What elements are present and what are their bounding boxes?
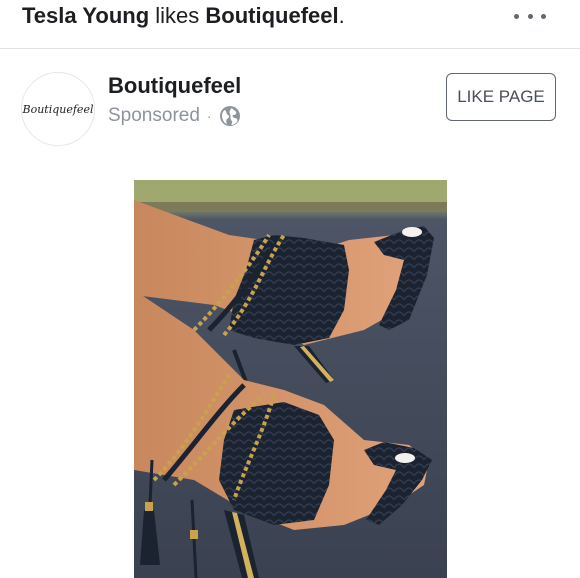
svg-text:Boutiquefeel: Boutiquefeel — [22, 103, 94, 116]
like-page-button[interactable]: LIKE PAGE — [446, 73, 556, 121]
story-target-link[interactable]: Boutiquefeel — [205, 3, 338, 28]
story-actor-link[interactable]: Tesla Young — [22, 3, 149, 28]
story-punctuation: . — [338, 3, 345, 28]
facebook-feed: Tesla Young likes Boutiquefeel. Boutique… — [0, 0, 580, 578]
page-name-link[interactable]: Boutiquefeel — [108, 73, 241, 99]
more-options-icon[interactable] — [514, 12, 546, 20]
ad-image[interactable] — [134, 180, 447, 578]
story-verb: likes — [149, 3, 206, 28]
meta-separator: · — [206, 108, 212, 124]
dot — [514, 13, 519, 19]
post-header: Boutiquefeel Boutiquefeel Sponsored · LI… — [0, 49, 580, 161]
story-text: Tesla Young likes Boutiquefeel. — [22, 3, 345, 29]
post-meta: Sponsored · — [108, 105, 241, 127]
sponsored-label[interactable]: Sponsored — [108, 105, 200, 127]
dot — [527, 13, 533, 19]
globe-icon — [219, 105, 241, 127]
story-header: Tesla Young likes Boutiquefeel. — [0, 0, 580, 49]
page-avatar[interactable]: Boutiquefeel — [21, 72, 95, 146]
sandals-photo — [134, 180, 447, 578]
boutiquefeel-logo: Boutiquefeel — [22, 73, 94, 145]
dot — [541, 13, 546, 19]
